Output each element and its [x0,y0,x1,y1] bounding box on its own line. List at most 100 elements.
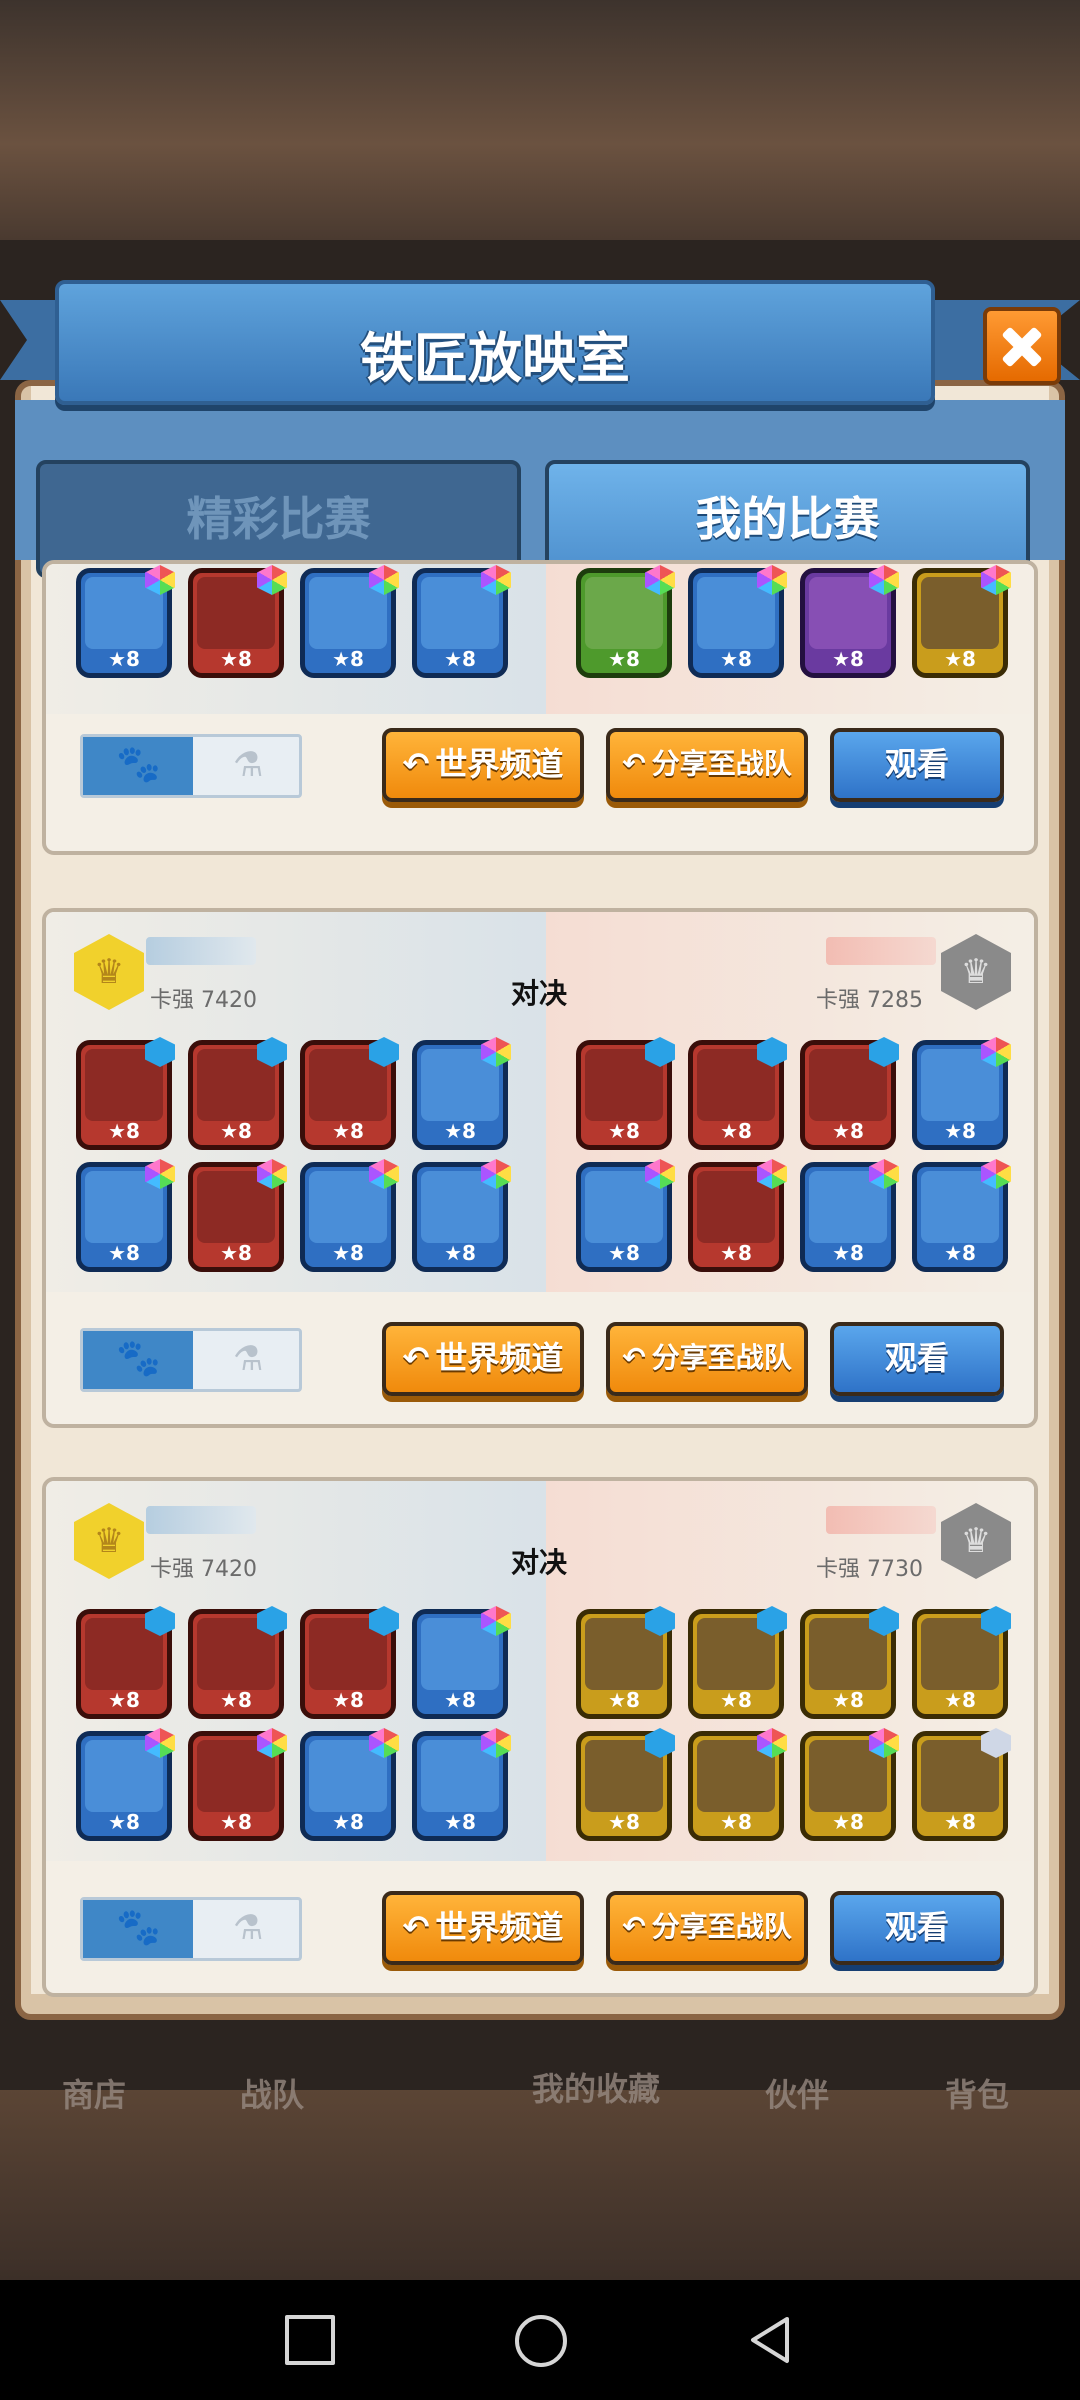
circle-icon[interactable] [515,2315,567,2367]
hero-star-level: ★8 [108,1119,140,1143]
player-name-left [146,1506,256,1534]
hero-card[interactable]: ★8 [800,1728,899,1841]
view-mode-toggle[interactable]: 🐾 ⚗ [80,1328,302,1392]
hero-card[interactable]: ★8 [688,1606,787,1719]
bottom-tab-bag[interactable]: 背包 [945,2070,1009,2116]
hero-card[interactable]: ★8 [412,565,511,678]
hero-card[interactable]: ★8 [188,1606,287,1719]
hero-star-level: ★8 [608,1810,640,1834]
hero-card[interactable]: ★8 [800,565,899,678]
page-title: 铁匠放映室 [360,327,630,390]
hero-card[interactable]: ★8 [76,1037,175,1150]
bottom-tab-partner[interactable]: 伙伴 [765,2070,829,2116]
hero-star-level: ★8 [608,1241,640,1265]
crown-icon: ♛ [960,952,992,992]
hero-card[interactable]: ★8 [412,1037,511,1150]
triangle-back-icon[interactable] [745,2315,795,2365]
hero-star-level: ★8 [832,1241,864,1265]
hero-star-level: ★8 [108,1241,140,1265]
reply-arrow-icon: ↶ [622,1910,646,1943]
bottom-tab-team[interactable]: 战队 [240,2070,304,2116]
hero-card[interactable]: ★8 [76,1159,175,1272]
crown-icon: ♛ [93,952,125,992]
hero-card[interactable]: ★8 [76,565,175,678]
view-mode-toggle[interactable]: 🐾 ⚗ [80,1897,302,1961]
reply-arrow-icon: ↶ [402,745,430,783]
hero-star-level: ★8 [444,1688,476,1712]
reply-arrow-icon: ↶ [622,747,646,780]
hero-card[interactable]: ★8 [188,565,287,678]
hero-star-level: ★8 [444,1810,476,1834]
watch-button[interactable]: 观看 [830,1322,1004,1396]
hero-card[interactable]: ★8 [412,1159,511,1272]
world-channel-button[interactable]: ↶ 世界频道 [382,728,584,802]
hero-star-level: ★8 [720,1810,752,1834]
hero-star-level: ★8 [220,1119,252,1143]
hero-card[interactable]: ★8 [300,1159,399,1272]
hero-card[interactable]: ★8 [576,1606,675,1719]
hero-star-level: ★8 [220,1688,252,1712]
watch-button[interactable]: 观看 [830,728,1004,802]
power-score-right: 卡强 7285 [816,988,923,1013]
world-channel-button[interactable]: ↶ 世界频道 [382,1322,584,1396]
hero-card[interactable]: ★8 [912,1037,1011,1150]
hero-card[interactable]: ★8 [188,1159,287,1272]
hero-card[interactable]: ★8 [300,1606,399,1719]
bottom-tab-shop[interactable]: 商店 [62,2070,126,2116]
hero-card[interactable]: ★8 [412,1606,511,1719]
share-to-team-button[interactable]: ↶ 分享至战队 [606,1322,808,1396]
bottom-tab-collection[interactable]: 我的收藏 [532,2064,660,2110]
view-mode-toggle[interactable]: 🐾 ⚗ [80,734,302,798]
share-to-team-button[interactable]: ↶ 分享至战队 [606,1891,808,1965]
share-to-team-label: 分享至战队 [651,1341,792,1374]
hero-card[interactable]: ★8 [800,1159,899,1272]
hero-card[interactable]: ★8 [412,1728,511,1841]
hero-card[interactable]: ★8 [188,1037,287,1150]
hero-star-level: ★8 [832,1688,864,1712]
hero-star-level: ★8 [832,1810,864,1834]
paw-icon: 🐾 [116,744,161,785]
world-channel-label: 世界频道 [435,1339,564,1377]
hero-card[interactable]: ★8 [300,1037,399,1150]
hero-star-level: ★8 [444,1241,476,1265]
hero-star-level: ★8 [608,647,640,671]
hero-card[interactable]: ★8 [300,1728,399,1841]
square-icon[interactable] [285,2315,335,2365]
watch-button[interactable]: 观看 [830,1891,1004,1965]
close-button[interactable] [983,307,1061,385]
hero-card[interactable]: ★8 [800,1037,899,1150]
hero-card[interactable]: ★8 [912,1606,1011,1719]
hero-card[interactable]: ★8 [912,1728,1011,1841]
player-name-left [146,937,256,965]
hero-card[interactable]: ★8 [576,1159,675,1272]
flask-icon: ⚗ [233,1908,264,1948]
hero-star-level: ★8 [720,1241,752,1265]
hero-card[interactable]: ★8 [688,1728,787,1841]
share-to-team-button[interactable]: ↶ 分享至战队 [606,728,808,802]
hero-card[interactable]: ★8 [576,1037,675,1150]
hero-card[interactable]: ★8 [576,565,675,678]
hero-card[interactable]: ★8 [300,565,399,678]
hero-card[interactable]: ★8 [76,1728,175,1841]
hero-card[interactable]: ★8 [688,1159,787,1272]
hero-card[interactable]: ★8 [912,1159,1011,1272]
bottom-tab-bar: 商店 战队 我的收藏 伙伴 背包 [0,2060,1080,2120]
hero-card[interactable]: ★8 [76,1606,175,1719]
versus-label: 对决 [511,977,568,1010]
player-name-right [826,1506,936,1534]
hero-card[interactable]: ★8 [188,1728,287,1841]
hero-star-level: ★8 [720,647,752,671]
reply-arrow-icon: ↶ [402,1908,430,1946]
flask-icon: ⚗ [233,1339,264,1379]
power-score-left: 卡强 7420 [150,1557,257,1582]
world-channel-button[interactable]: ↶ 世界频道 [382,1891,584,1965]
hero-card[interactable]: ★8 [912,565,1011,678]
hero-star-level: ★8 [220,1810,252,1834]
hero-card[interactable]: ★8 [576,1728,675,1841]
match-card: ♛ 卡强 7420 对决 ♛ 卡强 7285 ★8 ★8 ★8 ★8 ★8 ★8 ★8 ★8 ★8 ★8 ★8… [42,908,1038,1428]
hero-card[interactable]: ★8 [688,565,787,678]
player-name-right [826,937,936,965]
hero-card[interactable]: ★8 [688,1037,787,1150]
hero-star-level: ★8 [944,647,976,671]
hero-card[interactable]: ★8 [800,1606,899,1719]
